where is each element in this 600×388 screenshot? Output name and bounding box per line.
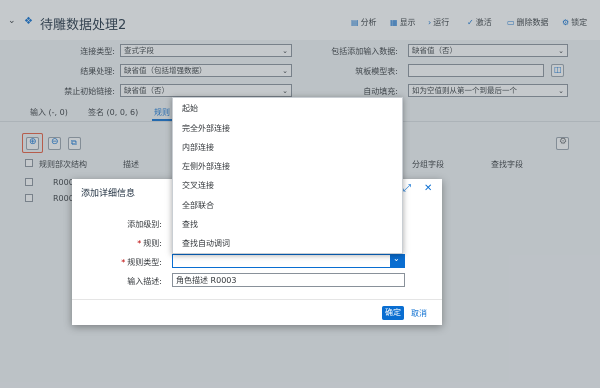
dropdown-item-full-outer-join[interactable]: 完全外部连接 <box>182 123 230 134</box>
dropdown-item-start[interactable]: 起始 <box>182 103 198 114</box>
dropdown-item-lookup[interactable]: 查找 <box>182 219 198 230</box>
rule-label: * 规则: <box>137 239 162 248</box>
dropdown-item-inner-join[interactable]: 内部连接 <box>182 142 214 153</box>
dropdown-item-union-all[interactable]: 全部联合 <box>182 200 214 211</box>
cancel-button[interactable]: 取消 <box>411 308 427 319</box>
input-desc-value: 角色描述 R0003 <box>176 276 237 285</box>
input-desc-label: 输入描述: <box>127 277 162 286</box>
input-desc-field[interactable]: 角色描述 R0003 <box>172 273 405 287</box>
close-icon[interactable]: ✕ <box>424 183 432 194</box>
dropdown-item-cross-join[interactable]: 交叉连接 <box>182 180 214 191</box>
dropdown-item-left-outer-join[interactable]: 左侧外部连接 <box>182 161 230 172</box>
rule-type-label: * 规则类型: <box>121 258 162 267</box>
add-level-label: 添加级别: <box>127 220 162 229</box>
dropdown-item-lookup-auto[interactable]: 查找自动调词 <box>182 238 230 249</box>
rule-type-dropdown-list: 起始 完全外部连接 内部连接 左侧外部连接 交叉连接 全部联合 查找 查找自动调… <box>172 97 403 254</box>
ok-button[interactable]: 确定 <box>382 306 404 320</box>
rule-type-label-text: 规则类型: <box>127 258 162 267</box>
dialog-title: 添加详细信息 <box>81 189 136 199</box>
rule-label-text: 规则: <box>143 239 162 248</box>
expand-icon[interactable]: ⤢ <box>403 183 411 194</box>
chevron-down-icon: ⌄ <box>393 254 400 263</box>
rule-type-dropdown-button[interactable]: ⌄ <box>390 254 405 268</box>
dialog-footer-divider <box>72 299 442 300</box>
rule-type-input[interactable] <box>172 254 405 268</box>
